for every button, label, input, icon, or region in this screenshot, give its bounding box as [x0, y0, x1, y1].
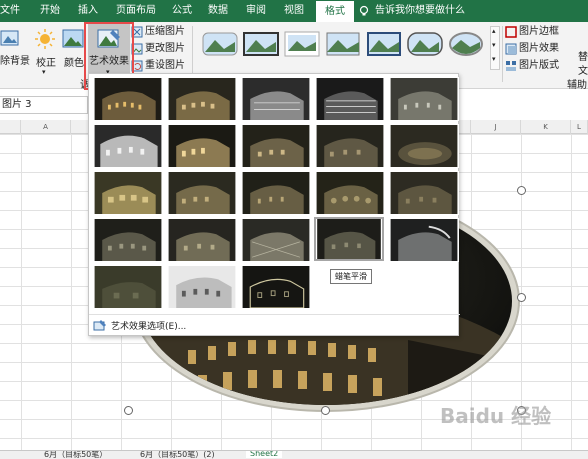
artistic-effects-options-link[interactable]: 艺术效果选项(E)... [89, 314, 460, 336]
picture-style-thumb-2[interactable] [243, 30, 279, 58]
styles-gallery-scrollbar[interactable]: ▴ ▾ ▾ [490, 26, 500, 70]
effect-marker[interactable] [167, 77, 237, 121]
alt-text-label-fragment: 替 [578, 52, 588, 63]
color-picture-icon [62, 29, 84, 48]
effect-paint-strokes[interactable] [167, 124, 237, 168]
remove-background-icon [0, 30, 19, 46]
chevron-up-icon: ▴ [492, 27, 496, 35]
artistic-effects-gallery: 艺术效果选项(E)... [88, 73, 460, 336]
tab-page-layout[interactable]: 页面布局 [116, 0, 164, 22]
pen-icon [505, 26, 517, 38]
picture-effects-label: 图片效果 [519, 43, 559, 54]
tab-file[interactable]: 文件 [0, 0, 22, 22]
sheet-tab[interactable]: 6月（目标50笔） [44, 451, 107, 459]
effect-tooltip: 蜡笔平滑 [330, 269, 372, 284]
picture-style-thumb-3[interactable] [284, 30, 320, 58]
picture-style-thumb-7[interactable] [448, 30, 484, 58]
artistic-options-label: 艺术效果选项(E)... [111, 322, 187, 332]
compress-pictures-label: 压缩图片 [145, 26, 185, 37]
effect-cement[interactable] [93, 218, 163, 262]
corrections-label: 校正 [36, 58, 56, 69]
artistic-options-icon [93, 320, 106, 331]
picture-style-thumb-1[interactable] [202, 30, 238, 58]
effect-none[interactable] [93, 77, 163, 121]
resize-handle-s[interactable] [321, 406, 330, 415]
tell-me-text: 告诉我你想要做什么 [375, 5, 465, 16]
effect-film-grain[interactable] [241, 171, 311, 215]
effect-texturizer[interactable] [167, 218, 237, 262]
effect-paint-brush[interactable] [241, 124, 311, 168]
chevron-down-icon: ▾ [42, 68, 46, 76]
picture-style-thumb-5[interactable] [366, 30, 402, 58]
remove-background-button[interactable]: 除背景 [0, 26, 30, 67]
sun-icon [35, 29, 55, 49]
effect-plastic-wrap[interactable] [389, 218, 459, 262]
more-styles-icon: ▾ [492, 55, 496, 63]
effect-mosaic-bubbles[interactable] [315, 171, 385, 215]
corrections-button[interactable]: 校正 ▾ [32, 26, 58, 84]
sheet-tab-bar: 6月（目标50笔） 6月（目标50笔）(2) Sheet2 [0, 450, 588, 459]
tab-format[interactable]: 格式 [316, 0, 354, 22]
effect-glass[interactable] [389, 171, 459, 215]
effect-pastels-smooth[interactable] [314, 217, 384, 261]
effect-glow-diffused[interactable] [315, 124, 385, 168]
picture-layout-icon [506, 61, 516, 71]
name-box[interactable]: 图片 3 [0, 96, 88, 114]
tab-data[interactable]: 数据 [208, 0, 238, 22]
effect-pencil-grayscale[interactable] [241, 77, 311, 121]
color-label: 颜色 [64, 58, 84, 69]
column-header[interactable]: K [521, 120, 571, 134]
picture-effects-icon [505, 43, 517, 55]
alt-text-label-fragment-2: 文 [578, 66, 588, 77]
effect-photocopy[interactable] [167, 265, 237, 309]
select-all-corner[interactable] [0, 120, 21, 134]
name-box-value: 图片 3 [2, 99, 32, 110]
effect-line-drawing[interactable] [389, 77, 459, 121]
column-header[interactable]: A [21, 120, 71, 134]
group-divider [502, 26, 503, 82]
reset-picture-label: 重设图片 [145, 60, 185, 71]
effect-pencil-sketch[interactable] [315, 77, 385, 121]
change-picture-label: 更改图片 [145, 43, 185, 54]
resize-handle-ne[interactable] [517, 186, 526, 195]
tab-view[interactable]: 视图 [284, 0, 314, 22]
picture-style-thumb-4[interactable] [325, 30, 361, 58]
effect-cutout[interactable] [93, 265, 163, 309]
picture-style-thumb-6[interactable] [407, 30, 443, 58]
effect-light-screen[interactable] [93, 171, 163, 215]
ribbon-tab-bar: 文件 开始 插入 页面布局 公式 数据 审阅 视图 格式 告诉我你想要做什么 [0, 0, 588, 22]
tab-review[interactable]: 审阅 [246, 0, 276, 22]
column-header[interactable]: L [571, 120, 588, 134]
effect-glow-edges[interactable] [241, 265, 311, 309]
column-header[interactable]: J [471, 120, 521, 134]
tab-insert[interactable]: 插入 [78, 0, 108, 22]
tab-formulas[interactable]: 公式 [172, 0, 202, 22]
effect-blur[interactable] [389, 124, 459, 168]
resize-handle-sw[interactable] [124, 406, 133, 415]
accessibility-group-label: 辅助I [567, 80, 588, 91]
effect-chalk-sketch[interactable] [93, 124, 163, 168]
resize-handle-e[interactable] [517, 293, 526, 302]
effect-watercolor-sponge[interactable] [167, 171, 237, 215]
tab-home[interactable]: 开始 [40, 0, 70, 22]
chevron-down-icon: ▾ [492, 41, 496, 49]
lightbulb-icon [359, 5, 369, 16]
sheet-tab[interactable]: 6月（目标50笔）(2) [140, 451, 215, 459]
effect-crisscross-etching[interactable] [241, 218, 311, 262]
watermark-logo: Baidu 经验 [440, 404, 552, 428]
remove-background-label: 除背景 [0, 56, 30, 67]
picture-layout-label: 图片版式 [519, 60, 559, 71]
sheet-tab-active[interactable]: Sheet2 [246, 451, 283, 458]
picture-border-label: 图片边框 [519, 26, 559, 37]
